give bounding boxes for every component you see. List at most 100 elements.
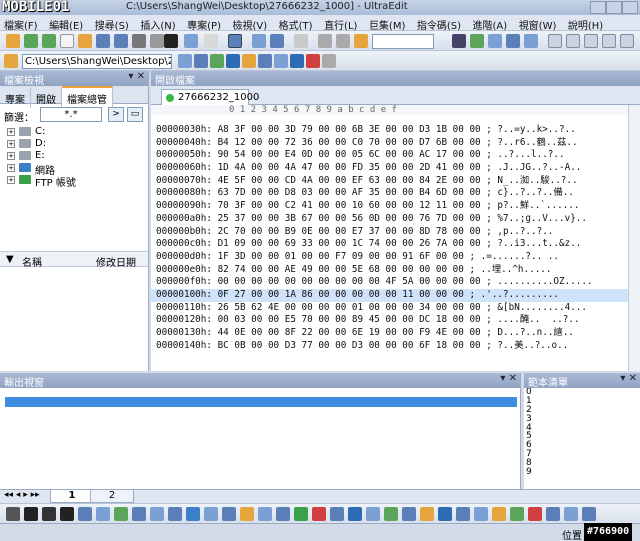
hex-content[interactable]: 00000030h: A8 3F 00 00 3D 79 00 00 6B 3E… xyxy=(151,124,640,352)
tab-explorer[interactable]: 檔案總管 xyxy=(62,86,113,108)
back-icon[interactable] xyxy=(24,34,38,48)
layout-2-icon[interactable] xyxy=(566,34,580,48)
minimize-button[interactable] xyxy=(590,1,606,14)
options-icon[interactable] xyxy=(322,54,336,68)
format-tool-icon[interactable] xyxy=(456,507,470,521)
menu-window[interactable]: 視窗(W) xyxy=(515,15,561,32)
hex-line[interactable]: 000000d0h: 1F 3D 00 00 01 00 00 F7 09 00… xyxy=(151,251,640,264)
save-all-icon[interactable] xyxy=(114,34,128,48)
window-icon[interactable] xyxy=(184,34,198,48)
hex-line[interactable]: 00000030h: A8 3F 00 00 3D 79 00 00 6B 3E… xyxy=(151,124,640,137)
hex-line[interactable]: 00000070h: 4E 5F 00 00 CD 4A 00 00 EF 63… xyxy=(151,175,640,188)
menu-search[interactable]: 搜尋(S) xyxy=(91,15,133,32)
menu-project[interactable]: 專案(P) xyxy=(183,15,225,32)
format-tool-icon[interactable] xyxy=(420,507,434,521)
open-folder-icon[interactable] xyxy=(6,34,20,48)
menu-script[interactable]: 指令碼(S) xyxy=(413,15,465,32)
format-tool-icon[interactable] xyxy=(276,507,290,521)
filter-go-button[interactable]: > xyxy=(108,107,124,122)
hex-line[interactable]: 000000e0h: 82 74 00 00 AE 49 00 00 5E 68… xyxy=(151,264,640,277)
template-list-item[interactable]: 0 xyxy=(524,388,640,397)
browse-icon[interactable] xyxy=(178,54,192,68)
print-icon[interactable] xyxy=(132,34,146,48)
layout-1-icon[interactable] xyxy=(548,34,562,48)
bookmark-icon[interactable] xyxy=(524,34,538,48)
format-tool-icon[interactable] xyxy=(564,507,578,521)
menu-insert[interactable]: 插入(N) xyxy=(136,15,179,32)
expand-icon[interactable]: + xyxy=(7,176,15,184)
filter-input[interactable]: *.* xyxy=(40,107,102,122)
format-tool-icon[interactable] xyxy=(114,507,128,521)
print-preview-icon[interactable] xyxy=(150,34,164,48)
paste-icon[interactable] xyxy=(354,34,368,48)
format-tool-icon[interactable] xyxy=(42,507,56,521)
format-tool-icon[interactable] xyxy=(402,507,416,521)
format-tool-icon[interactable] xyxy=(366,507,380,521)
menu-macro[interactable]: 巨集(M) xyxy=(365,15,409,32)
format-tool-icon[interactable] xyxy=(186,507,200,521)
hex-line[interactable]: 00000140h: BC 0B 00 00 D3 77 00 00 D3 00… xyxy=(151,340,640,353)
template-list-item[interactable]: 6 xyxy=(524,441,640,450)
tree-item-e[interactable]: + E: xyxy=(0,150,148,162)
open-icon[interactable] xyxy=(78,34,92,48)
output-selected-line[interactable] xyxy=(5,397,517,407)
new-file-icon[interactable] xyxy=(60,34,74,48)
format-tool-icon[interactable] xyxy=(546,507,560,521)
stop-icon[interactable] xyxy=(306,54,320,68)
hex-line[interactable]: 00000040h: B4 12 00 00 72 36 00 00 C0 70… xyxy=(151,137,640,150)
pin-icon[interactable]: ▾ ✕ xyxy=(128,71,145,82)
list-icon[interactable] xyxy=(270,34,284,48)
forward-icon[interactable] xyxy=(42,34,56,48)
hex-line[interactable]: 000000a0h: 25 37 00 00 3B 67 00 00 56 0D… xyxy=(151,213,640,226)
layout-5-icon[interactable] xyxy=(620,34,634,48)
tree-item-c[interactable]: + C: xyxy=(0,126,148,138)
template-list-item[interactable]: 1 xyxy=(524,396,640,406)
template-list-item[interactable]: 4 xyxy=(524,423,640,433)
hex-line[interactable]: 000000f0h: 00 00 00 00 00 00 00 00 00 00… xyxy=(151,276,640,289)
tab-project[interactable]: 專案 xyxy=(0,88,31,108)
format-tool-icon[interactable] xyxy=(528,507,542,521)
format-tool-icon[interactable] xyxy=(96,507,110,521)
menu-help[interactable]: 說明(H) xyxy=(564,15,607,32)
db-icon[interactable] xyxy=(274,54,288,68)
html-icon[interactable] xyxy=(242,54,256,68)
hex-line[interactable]: 00000090h: 70 3F 00 00 C2 41 00 00 10 60… xyxy=(151,200,640,213)
hex-line[interactable]: 00000110h: 26 5B 62 4E 00 00 00 00 01 00… xyxy=(151,302,640,315)
pin-icon[interactable]: ▾ ✕ xyxy=(500,373,517,384)
menu-edit[interactable]: 編輯(E) xyxy=(45,15,87,32)
template-list-item[interactable]: 3 xyxy=(524,414,640,424)
format-tool-icon[interactable] xyxy=(492,507,506,521)
template-list-item[interactable]: 9 xyxy=(524,468,640,477)
format-tool-icon[interactable] xyxy=(312,507,326,521)
column-name[interactable]: 名稱 xyxy=(22,254,42,269)
spell-icon[interactable] xyxy=(294,34,308,48)
font-icon[interactable] xyxy=(164,34,178,48)
menu-view[interactable]: 檢視(V) xyxy=(228,15,271,32)
format-tool-icon[interactable] xyxy=(348,507,362,521)
format-tool-icon[interactable] xyxy=(150,507,164,521)
format-tool-icon[interactable] xyxy=(204,507,218,521)
replace-icon[interactable] xyxy=(506,34,520,48)
compare-icon[interactable] xyxy=(290,54,304,68)
hex-line[interactable]: 000000c0h: D1 09 00 00 69 33 00 00 1C 74… xyxy=(151,238,640,251)
format-tool-icon[interactable] xyxy=(132,507,146,521)
layout-3-icon[interactable] xyxy=(584,34,598,48)
document-tab[interactable]: 27666232_1000 xyxy=(161,89,259,105)
menu-file[interactable]: 檔案(F) xyxy=(0,15,42,32)
hex-line[interactable]: 00000130h: 44 0E 00 00 8F 22 00 00 6E 19… xyxy=(151,327,640,340)
column-modified[interactable]: 修改日期 xyxy=(96,254,136,269)
format-tool-icon[interactable] xyxy=(78,507,92,521)
template-list-item[interactable]: 8 xyxy=(524,459,640,468)
template-list-item[interactable]: 2 xyxy=(524,405,640,415)
template-list-item[interactable]: 7 xyxy=(524,450,640,459)
format-tool-icon[interactable] xyxy=(6,507,20,521)
find-combo[interactable] xyxy=(372,34,434,49)
column-mode-icon[interactable] xyxy=(252,34,266,48)
output-tab-2[interactable]: 2 xyxy=(90,490,134,503)
find-prev-icon[interactable] xyxy=(488,34,502,48)
tree-item-d[interactable]: + D: xyxy=(0,138,148,150)
filter-folder-button[interactable]: ▭ xyxy=(127,107,143,122)
vertical-scrollbar[interactable] xyxy=(628,105,640,371)
menu-format[interactable]: 格式(T) xyxy=(275,15,317,32)
word-icon[interactable] xyxy=(194,54,208,68)
